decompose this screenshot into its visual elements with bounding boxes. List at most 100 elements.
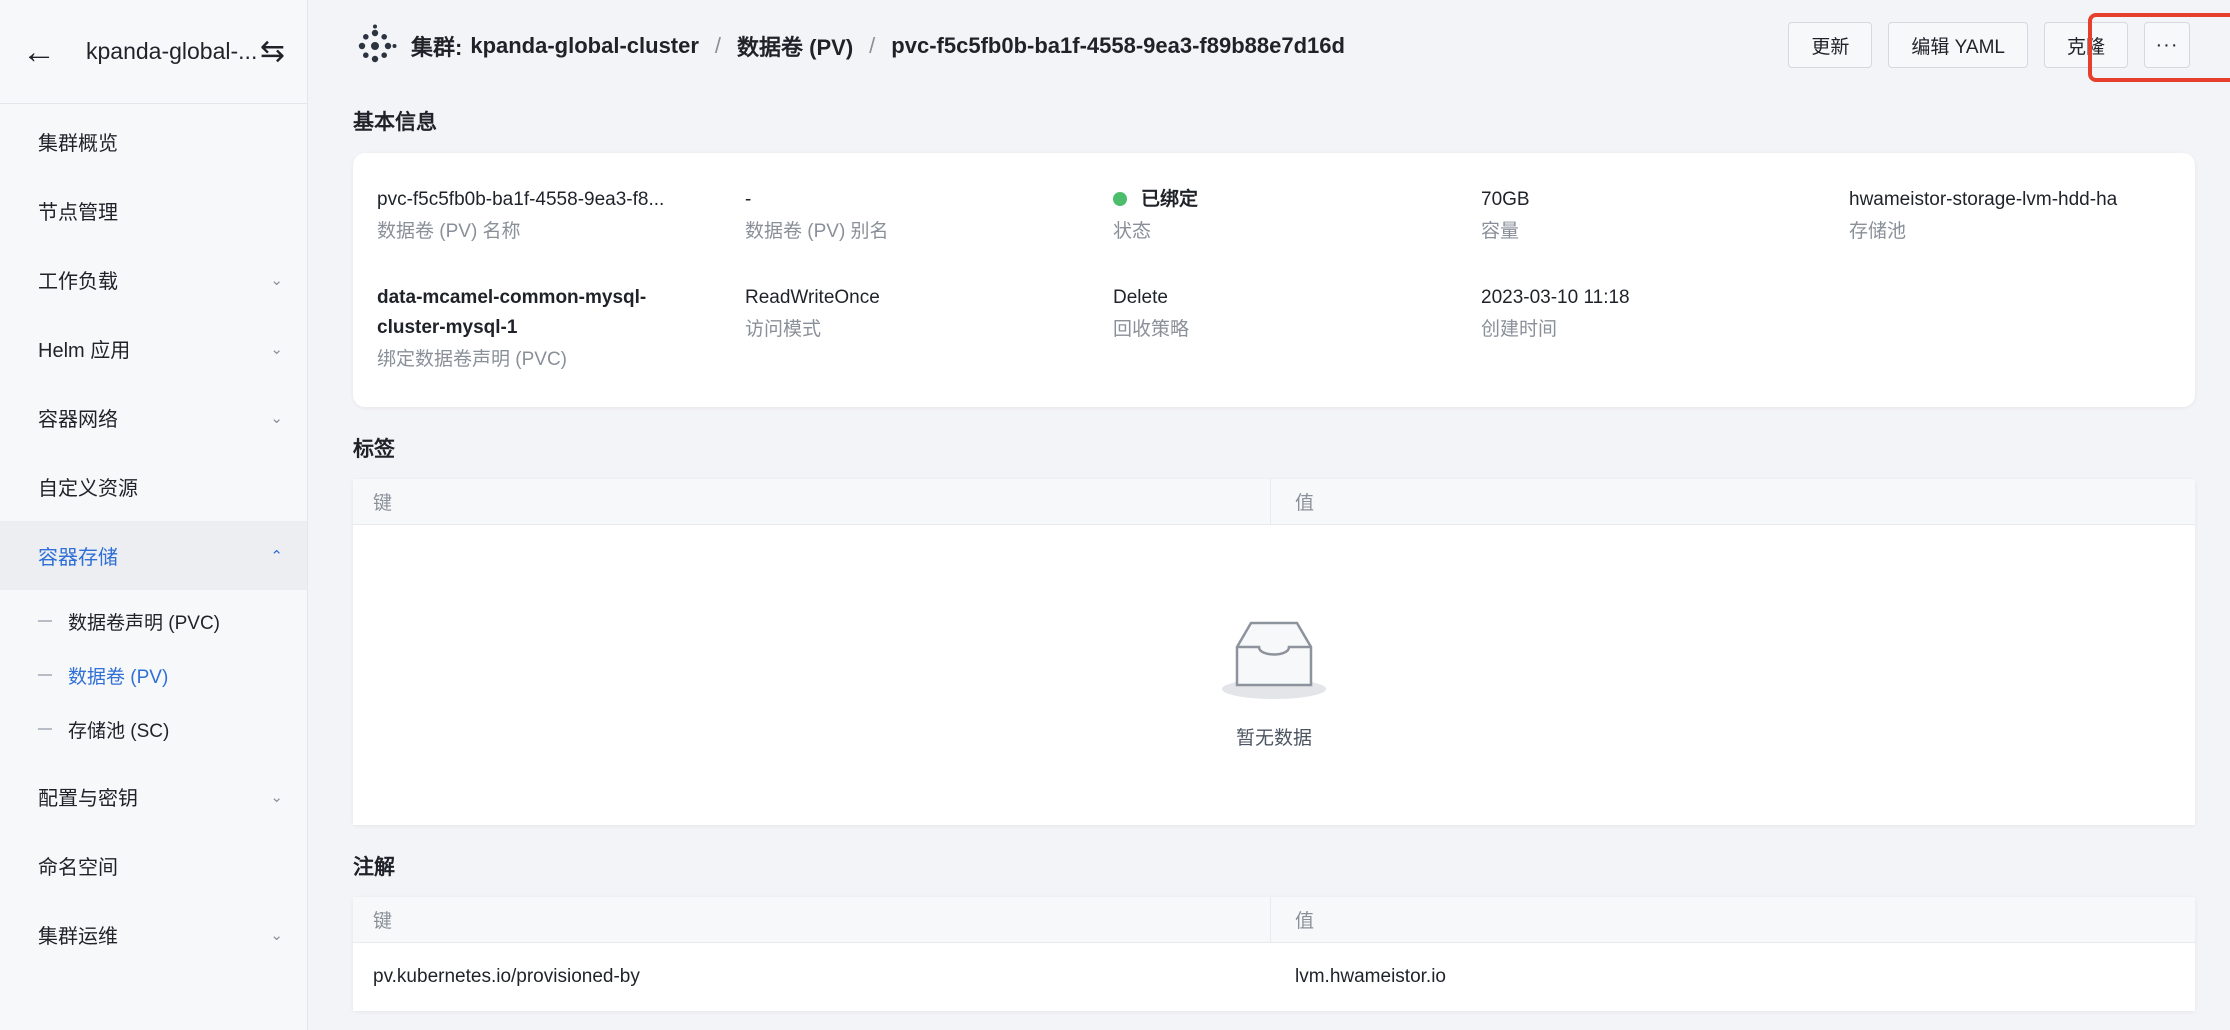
basic-info-title: 基本信息 [353,111,437,134]
annotation-key: pv.kubernetes.io/provisioned-by [373,966,640,987]
breadcrumb-separator: / [714,33,722,58]
status-text: 已绑定 [1141,189,1199,210]
top-bar: 集群: kpanda-global-cluster / 数据卷 (PV) / p… [309,0,2230,90]
capacity-label: 容量 [1481,221,1520,242]
breadcrumb-current: pvc-f5c5fb0b-ba1f-4558-9ea3-f89b88e7d16d [891,33,1345,58]
sidebar-item-label: 节点管理 [38,202,118,224]
clone-button[interactable]: 克隆 [2043,22,2128,68]
chevron-down-icon: ⌄ [270,926,283,944]
chevron-down-icon: ⌄ [270,271,283,289]
sidebar-item-label: 集群运维 [38,926,118,948]
cluster-logo-icon [358,24,397,63]
pv-alias-label: 数据卷 (PV) 别名 [745,221,889,242]
main-content: 集群: kpanda-global-cluster / 数据卷 (PV) / p… [309,0,2230,1030]
pv-name-value: pvc-f5c5fb0b-ba1f-4558-9ea3-f8... [377,189,665,210]
chevron-down-icon: ⌄ [270,409,283,427]
chevron-down-icon: ⌄ [270,788,283,806]
breadcrumb-cluster[interactable]: kpanda-global-cluster [470,33,699,59]
breadcrumb-separator: / [869,33,876,58]
capacity-field: 70GB 容量 [1481,185,1811,245]
sidebar: ← kpanda-global-... ⇆ 集群概览 节点管理 工作负载 ⌄ He… [0,0,308,1030]
capacity-value: 70GB [1481,189,1530,210]
access-mode-label: 访问模式 [745,319,822,340]
empty-text: 暂无数据 [1235,728,1312,749]
created-value: 2023-03-10 11:18 [1481,287,1630,308]
reclaim-policy-value: Delete [1113,287,1168,308]
breadcrumb-prefix: 集群: [411,35,463,60]
sidebar-item-config-secrets[interactable]: 配置与密钥 ⌄ [0,762,307,831]
annotation-value: lvm.hwameistor.io [1295,966,1446,987]
bound-pvc-value-line2[interactable]: cluster-mysql-1 [377,313,707,343]
sidebar-subitem-label: 数据卷声明 (PVC) [68,612,221,634]
chevron-up-icon: ⌃ [270,547,283,565]
annotations-title: 注解 [353,856,395,879]
annotations-col-value: 值 [1295,911,1315,932]
annotations-table-header: 键 值 [353,897,2195,943]
sidebar-item-workloads[interactable]: 工作负载 ⌄ [0,245,307,314]
back-arrow-icon[interactable]: ← [22,35,66,69]
sidebar-item-label: 自定义资源 [38,478,138,500]
labels-col-key: 键 [353,479,1271,524]
action-buttons: 更新 编辑 YAML 克隆 ··· [1788,22,2190,68]
cluster-name[interactable]: kpanda-global-... [86,38,260,65]
status-field: 已绑定 状态 [1113,185,1443,245]
sidebar-item-cluster-ops[interactable]: 集群运维 ⌄ [0,900,307,969]
access-mode-field: ReadWriteOnce 访问模式 [745,283,1075,343]
storage-pool-value: hwameistor-storage-lvm-hdd-ha [1849,189,2118,210]
sidebar-item-label: 工作负载 [38,271,118,293]
pv-alias-value: - [745,189,752,210]
sidebar-item-container-storage[interactable]: 容器存储 ⌃ [0,521,307,590]
sidebar-item-namespaces[interactable]: 命名空间 [0,831,307,900]
sidebar-item-custom-resources[interactable]: 自定义资源 [0,452,307,521]
sidebar-subitem-label: 数据卷 (PV) [68,666,169,688]
access-mode-value: ReadWriteOnce [745,287,880,308]
bound-pvc-value-line1[interactable]: data-mcamel-common-mysql- [377,283,707,313]
sidebar-item-label: 命名空间 [38,857,118,879]
sidebar-item-label: 容器网络 [38,409,118,431]
labels-table: 键 值 暂无数据 [353,479,2195,825]
sidebar-item-label: 配置与密钥 [38,788,138,810]
sidebar-item-container-network[interactable]: 容器网络 ⌄ [0,383,307,452]
switch-cluster-icon[interactable]: ⇆ [260,34,285,69]
labels-empty-state: 暂无数据 [353,525,2195,825]
sidebar-subitem-pvc[interactable]: 数据卷声明 (PVC) [0,594,307,648]
basic-info-card: pvc-f5c5fb0b-ba1f-4558-9ea3-f8... 数据卷 (P… [353,153,2195,407]
bound-pvc-field: data-mcamel-common-mysql- cluster-mysql-… [377,283,707,373]
labels-title: 标签 [353,438,395,461]
sidebar-item-label: 容器存储 [38,547,118,569]
sidebar-item-helm-apps[interactable]: Helm 应用 ⌄ [0,314,307,383]
reclaim-policy-label: 回收策略 [1113,319,1190,340]
sidebar-item-node-management[interactable]: 节点管理 [0,176,307,245]
breadcrumb: 集群: kpanda-global-cluster / 数据卷 (PV) / p… [353,24,1345,68]
status-dot-icon [1113,192,1127,206]
dash-icon [38,620,52,622]
table-row: pv.kubernetes.io/provisioned-by lvm.hwam… [353,943,2195,1011]
empty-inbox-icon [1222,621,1326,699]
sidebar-item-label: 集群概览 [38,133,118,155]
sidebar-item-cluster-overview[interactable]: 集群概览 [0,107,307,176]
sidebar-subitem-pv[interactable]: 数据卷 (PV) [0,648,307,702]
storage-pool-field: hwameistor-storage-lvm-hdd-ha 存储池 [1849,185,2209,245]
annotations-col-key: 键 [353,897,1271,942]
edit-yaml-button[interactable]: 编辑 YAML [1888,22,2028,68]
pv-name-label: 数据卷 (PV) 名称 [377,221,521,242]
sidebar-item-label: Helm 应用 [38,340,131,362]
sidebar-subitem-label: 存储池 (SC) [68,720,170,742]
bound-pvc-label: 绑定数据卷声明 (PVC) [377,349,568,370]
storage-pool-label: 存储池 [1849,221,1907,242]
update-button[interactable]: 更新 [1788,22,1873,68]
labels-table-header: 键 值 [353,479,2195,525]
sidebar-subitem-sc[interactable]: 存储池 (SC) [0,702,307,756]
sidebar-menu: 集群概览 节点管理 工作负载 ⌄ Helm 应用 ⌄ 容器网络 ⌄ 自定义资源 容器存… [0,107,307,969]
pv-alias-field: - 数据卷 (PV) 别名 [745,185,1075,245]
dash-icon [38,674,52,676]
more-actions-button[interactable]: ··· [2144,22,2190,68]
pv-name-field: pvc-f5c5fb0b-ba1f-4558-9ea3-f8... 数据卷 (P… [377,185,707,245]
created-field: 2023-03-10 11:18 创建时间 [1481,283,1811,343]
annotations-table: 键 值 pv.kubernetes.io/provisioned-by lvm.… [353,897,2195,1011]
dash-icon [38,728,52,730]
reclaim-policy-field: Delete 回收策略 [1113,283,1443,343]
chevron-down-icon: ⌄ [270,340,283,358]
breadcrumb-section[interactable]: 数据卷 (PV) [737,30,853,62]
sidebar-header: ← kpanda-global-... ⇆ [0,0,307,104]
